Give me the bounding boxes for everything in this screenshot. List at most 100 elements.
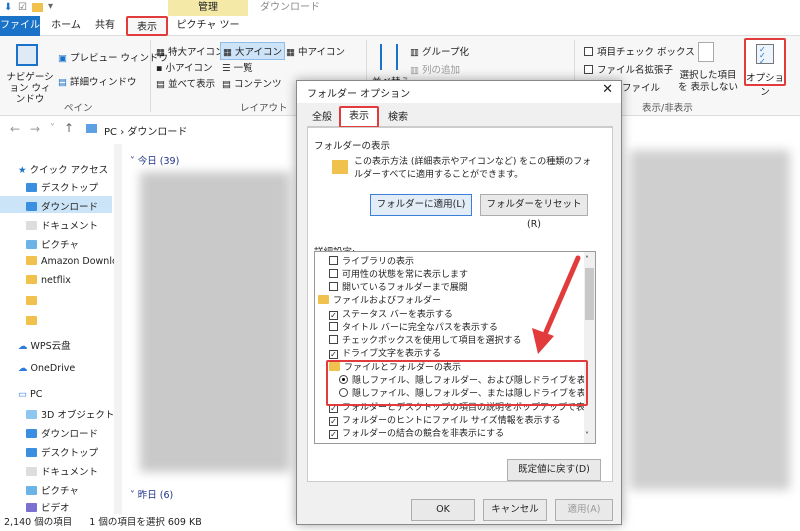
- nav-3d-objects[interactable]: 3D オブジェクト: [26, 407, 114, 421]
- setting-size-info[interactable]: ✓ フォルダーのヒントにファイル サイズ情報を表示する: [329, 414, 561, 428]
- folder-icon: [26, 256, 37, 265]
- setting-checkboxes[interactable]: チェックボックスを使用して項目を選択する: [329, 334, 521, 348]
- nav-desktop[interactable]: デスクトップ: [26, 180, 98, 194]
- sort-icon[interactable]: [380, 44, 398, 70]
- details-pane-label: 詳細ウィンドウ: [70, 77, 137, 88]
- apply-to-folders-button[interactable]: フォルダーに適用(L): [370, 194, 472, 216]
- tab-picture-tools[interactable]: ピクチャ ツール: [172, 16, 244, 51]
- checkbox-icon: [329, 335, 338, 344]
- hide-selected-button[interactable]: 選択した項目を 表示しない: [676, 70, 740, 94]
- tab-home[interactable]: ホーム: [48, 16, 84, 36]
- group-header-today[interactable]: ˅ 今日 (39): [130, 153, 179, 167]
- options-button[interactable]: ✓ ✓ ✓ オプション: [744, 38, 786, 98]
- restore-defaults-button[interactable]: 既定値に戻す(D): [507, 459, 601, 481]
- arrow-down-icon[interactable]: ⬇: [4, 2, 12, 13]
- up-icon[interactable]: ↑: [64, 121, 74, 135]
- nav-pictures[interactable]: ピクチャ: [26, 237, 79, 251]
- chevron-down-icon[interactable]: ▾: [48, 1, 53, 12]
- back-icon[interactable]: ←: [10, 122, 20, 136]
- content-button[interactable]: ▤ コンテンツ: [222, 76, 282, 90]
- nav-onedrive[interactable]: ☁ OneDrive: [18, 363, 75, 374]
- setting-show-libraries[interactable]: ライブラリの表示: [329, 255, 414, 269]
- list-label: 一覧: [233, 63, 253, 74]
- list-button[interactable]: ☰ 一覧: [222, 60, 253, 74]
- nav-quick-access[interactable]: ★ クイック アクセス: [18, 162, 108, 176]
- picture-icon: [26, 486, 37, 495]
- chevron-down-icon[interactable]: ˅: [585, 431, 589, 440]
- nav-pc[interactable]: ▭ PC: [18, 389, 42, 400]
- folder-icon: [332, 160, 348, 174]
- setting-label: 開いているフォルダーまで展開: [342, 283, 468, 293]
- folder-icon: [26, 296, 37, 305]
- tab-general[interactable]: 全般: [307, 109, 337, 127]
- navigation-pane-button[interactable]: ナビゲーション ウィンドウ: [6, 72, 54, 105]
- xl-icons-button[interactable]: ▦ 特大アイコン: [156, 44, 225, 58]
- nav-videos[interactable]: ビデオ: [26, 500, 70, 514]
- nav-wps[interactable]: ☁ WPS云盘: [18, 338, 71, 352]
- group-by-button[interactable]: ▥ グループ化: [410, 44, 469, 58]
- group-label-show-hide: 表示/非表示: [642, 103, 693, 114]
- nav-scrollbar[interactable]: [114, 144, 122, 514]
- checkbox-icon: [329, 322, 338, 331]
- chevron-down-icon[interactable]: ˅: [50, 123, 55, 134]
- folder-icon: [318, 295, 329, 304]
- setting-availability[interactable]: 可用性の状態を常に表示します: [329, 268, 468, 282]
- setting-full-path[interactable]: タイトル バーに完全なパスを表示する: [329, 321, 498, 335]
- nav-blurred-item[interactable]: [26, 316, 41, 327]
- checkbox-checked-icon: ✓: [329, 350, 338, 359]
- nav-downloads-pc[interactable]: ダウンロード: [26, 426, 98, 440]
- setting-label: ステータス バーを表示する: [342, 310, 453, 320]
- tab-file[interactable]: ファイル: [0, 16, 40, 36]
- nav-documents[interactable]: ドキュメント: [26, 218, 98, 232]
- forward-icon[interactable]: →: [30, 122, 40, 136]
- details-pane-button[interactable]: ▤ 詳細ウィンドウ: [58, 74, 137, 88]
- reset-folders-button[interactable]: フォルダーをリセット(R): [480, 194, 588, 230]
- tiles-button[interactable]: ▤ 並べて表示: [156, 76, 215, 90]
- navigation-pane-icon[interactable]: [16, 44, 38, 66]
- nav-blurred-item[interactable]: [26, 296, 41, 307]
- setting-expand-open[interactable]: 開いているフォルダーまで展開: [329, 281, 468, 295]
- check-icon[interactable]: ☑: [18, 2, 27, 13]
- small-icons-button[interactable]: ▪ 小アイコン: [156, 60, 213, 74]
- tiles-label: 並べて表示: [168, 79, 216, 90]
- group-header-yesterday[interactable]: ˅ 昨日 (6): [130, 487, 173, 501]
- nav-netflix[interactable]: netflix: [26, 275, 71, 286]
- setting-merge-conflicts[interactable]: ✓ フォルダーの結合の競合を非表示にする: [329, 427, 504, 441]
- setting-drive-letters[interactable]: ✓ ドライブ文字を表示する: [329, 347, 441, 361]
- options-icon: ✓ ✓ ✓: [756, 44, 774, 66]
- nav-desktop-pc[interactable]: デスクトップ: [26, 445, 98, 459]
- group-by-label: グループ化: [422, 47, 469, 58]
- medium-icons-button[interactable]: ▦ 中アイコン: [286, 44, 345, 58]
- cancel-button[interactable]: キャンセル: [483, 499, 547, 521]
- content-icon: ▤: [222, 79, 231, 90]
- file-extension-toggle[interactable]: ファイル名拡張子: [584, 62, 673, 76]
- nav-documents-pc[interactable]: ドキュメント: [26, 464, 98, 478]
- blurred-files: [630, 150, 790, 490]
- folder-icon[interactable]: [32, 3, 43, 12]
- tab-view[interactable]: 表示: [339, 106, 379, 128]
- large-icons-icon: ▦: [223, 47, 232, 58]
- tab-search[interactable]: 検索: [383, 109, 413, 127]
- ok-button[interactable]: OK: [411, 499, 475, 521]
- hidden-items-toggle[interactable]: ファイル: [622, 80, 660, 94]
- nav-pictures-pc[interactable]: ピクチャ: [26, 483, 79, 497]
- tab-view[interactable]: 表示: [126, 16, 168, 36]
- breadcrumb[interactable]: PC › ダウンロード: [104, 123, 187, 138]
- group-header-label: 今日 (39): [137, 156, 180, 167]
- add-column-button[interactable]: ▥ 列の追加: [410, 62, 460, 76]
- item-checkbox-toggle[interactable]: 項目チェック ボックス: [584, 44, 695, 58]
- checkbox-icon: [584, 65, 593, 74]
- blurred-files: [140, 172, 290, 472]
- preview-pane-button[interactable]: ▣ プレビュー ウィンドウ: [58, 50, 168, 64]
- tab-share[interactable]: 共有: [90, 16, 120, 36]
- close-icon[interactable]: ✕: [602, 82, 613, 97]
- setting-status-bar[interactable]: ✓ ステータス バーを表示する: [329, 308, 453, 322]
- add-column-icon: ▥: [410, 65, 419, 76]
- star-icon: ★: [18, 165, 27, 176]
- large-icons-button[interactable]: ▦ 大アイコン: [220, 42, 286, 60]
- nav-downloads[interactable]: ダウンロード: [26, 199, 98, 213]
- apply-button[interactable]: 適用(A): [555, 499, 613, 521]
- nav-amazon[interactable]: Amazon Downlo: [26, 256, 118, 267]
- item-count: 2,140 個の項目: [4, 517, 73, 528]
- nav-label: ピクチャ: [41, 486, 79, 497]
